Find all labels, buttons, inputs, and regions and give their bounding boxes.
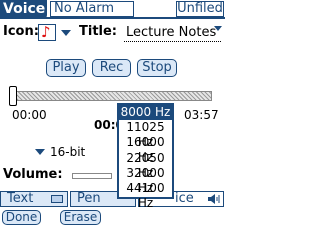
record-button[interactable]: Rec [92, 59, 131, 77]
sample-rate-menu[interactable]: 8000 Hz 11025 Hz 16000 Hz 22050 Hz 32000… [117, 103, 174, 210]
bit-depth-value[interactable]: 16-bit [50, 145, 85, 159]
title-label: Title: [79, 24, 118, 39]
tab-text[interactable]: Text [0, 191, 68, 207]
alarm-button[interactable]: No Alarm [50, 1, 134, 17]
text-note-icon [51, 195, 63, 203]
note-icon-picker[interactable]: ♪ [38, 24, 56, 41]
erase-button[interactable]: Erase [60, 210, 101, 225]
volume-label: Volume: [3, 167, 63, 182]
icon-label: Icon: [3, 24, 39, 39]
speaker-icon [208, 194, 220, 204]
category-button[interactable]: Unfiled [176, 1, 224, 17]
done-button[interactable]: Done [2, 210, 41, 225]
title-scroll-arrow-icon[interactable] [214, 26, 222, 31]
sample-rate-option-32000[interactable]: 32000 Hz [119, 166, 172, 195]
sample-rate-option-22050[interactable]: 22050 Hz [119, 151, 172, 180]
tab-pen-label: Pen [77, 191, 101, 206]
title-field[interactable]: Lecture Notes [126, 24, 216, 41]
music-note-icon: ♪ [41, 23, 51, 41]
timeline-thumb[interactable] [9, 86, 17, 106]
start-time: 00:00 [12, 108, 47, 122]
tab-voice-label: ice [175, 191, 194, 206]
sample-rate-option-16000[interactable]: 16000 Hz [119, 135, 172, 164]
end-time: 03:57 [184, 108, 219, 122]
stop-button[interactable]: Stop [137, 59, 177, 77]
timeline-track[interactable] [12, 91, 212, 101]
app-title: Voice [0, 0, 47, 19]
play-button[interactable]: Play [46, 59, 86, 77]
icon-dropdown-arrow-icon[interactable] [61, 30, 71, 36]
bit-depth-dropdown-arrow-icon[interactable] [35, 149, 45, 155]
title-underline [124, 41, 221, 42]
header-bar: Voice No Alarm Unfiled [0, 0, 225, 19]
sample-rate-option-11025[interactable]: 11025 Hz [119, 120, 172, 149]
volume-slider[interactable] [72, 173, 112, 179]
tab-text-label: Text [7, 191, 34, 206]
sample-rate-option-44100[interactable]: 44100 Hz [119, 181, 172, 210]
sample-rate-option-8000[interactable]: 8000 Hz [119, 105, 172, 121]
